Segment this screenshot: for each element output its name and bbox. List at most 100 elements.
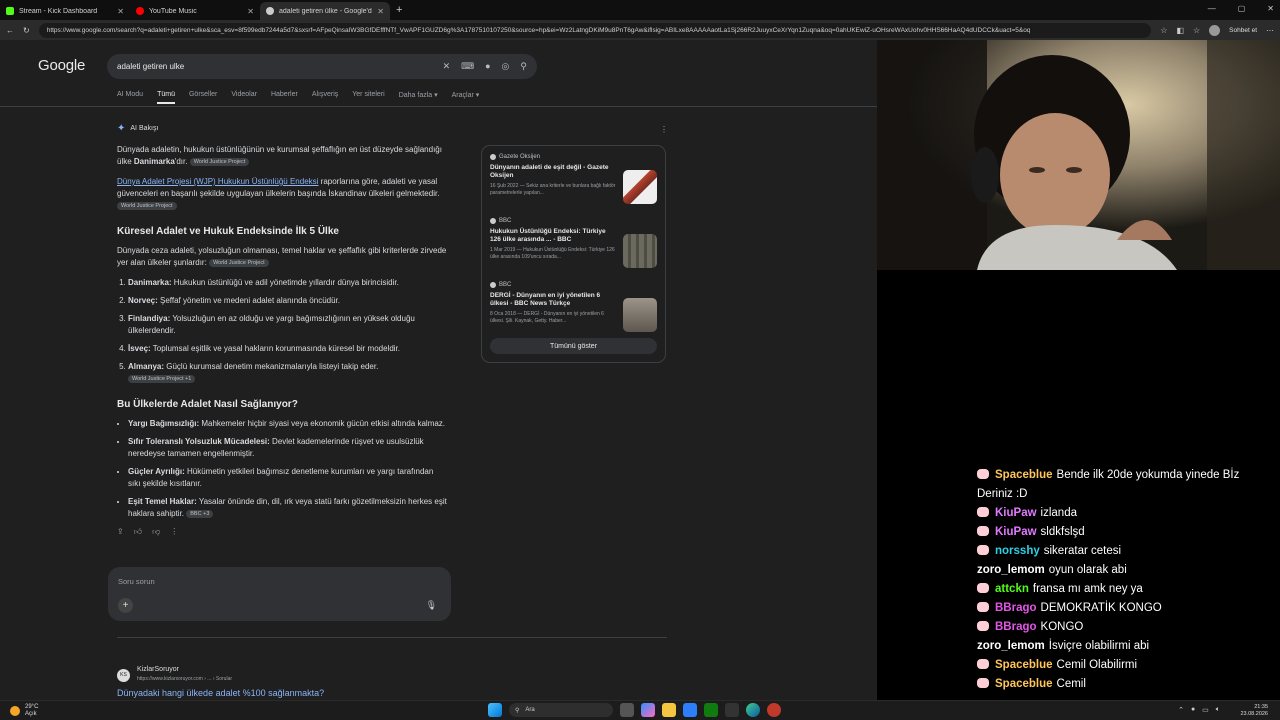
chat-username[interactable]: attckn — [995, 583, 1029, 595]
profile-avatar[interactable] — [1209, 24, 1221, 36]
list-item: Danimarka: Hukukun üstünlüğü ve adil yön… — [128, 277, 447, 289]
chat-username[interactable]: KiuPaw — [995, 507, 1037, 519]
tab-shopping[interactable]: Alışveriş — [312, 91, 338, 104]
extensions-icon[interactable]: ◧ — [1176, 26, 1184, 35]
chat-username[interactable]: BBrago — [995, 602, 1037, 614]
clock[interactable]: 21:35 23.08.2026 — [1240, 704, 1268, 718]
ask-input[interactable]: Soru sorun — [118, 577, 155, 586]
tab-kick-dashboard[interactable]: Stream - Kick Dashboard ✕ — [0, 2, 130, 20]
obs-icon[interactable] — [767, 703, 781, 717]
xbox-icon[interactable] — [704, 703, 718, 717]
source-item[interactable]: BBC DERGİ - Dünyanın en iyi yönetilen 6 … — [490, 282, 657, 337]
close-icon[interactable]: ✕ — [377, 7, 384, 16]
source-chip[interactable]: World Justice Project +1 — [128, 374, 196, 383]
copilot-icon[interactable] — [641, 703, 655, 717]
tab-places[interactable]: Yer siteleri — [352, 91, 384, 104]
maximize-icon[interactable]: ▢ — [1238, 4, 1246, 13]
ask-box[interactable]: Soru sorun + 🎙︎ — [108, 567, 451, 621]
google-logo[interactable]: Google — [38, 57, 85, 74]
text-bold: Yargı Bağımsızlığı: — [128, 419, 200, 428]
chat-username[interactable]: BBrago — [995, 621, 1037, 633]
search-input[interactable]: adaleti getiren ulke — [117, 62, 443, 71]
mic-icon[interactable]: ● — [485, 61, 490, 72]
site-favicon: KS — [117, 669, 130, 682]
chat-username[interactable]: Spaceblue — [995, 469, 1053, 481]
result-url[interactable]: https://www.kizlarsoruyor.com › ... › So… — [137, 676, 232, 682]
source-chip[interactable]: World Justice Project — [209, 258, 269, 267]
search-icon[interactable]: ⚲ — [520, 61, 527, 72]
close-icon[interactable]: ✕ — [247, 7, 254, 16]
result-title[interactable]: Dünyadaki hangi ülkede adalet %100 sağla… — [117, 688, 324, 698]
chat-username[interactable]: zoro_lemom — [977, 640, 1045, 652]
chat-username[interactable]: zoro_lemom — [977, 564, 1045, 576]
share-icon[interactable]: ⇪ — [117, 526, 124, 538]
source-title[interactable]: Hukukun Üstünlüğü Endeksi: Türkiye 126 ü… — [490, 228, 617, 244]
search-tabs: AI Modu Tümü Görseller Videolar Haberler… — [117, 91, 479, 104]
publisher: BBC — [499, 218, 512, 224]
tab-tools[interactable]: Araçlar ▾ — [452, 91, 480, 104]
tab-images[interactable]: Görseller — [189, 91, 217, 104]
minimize-icon[interactable]: — — [1208, 4, 1216, 13]
tab-ai-mode[interactable]: AI Modu — [117, 91, 143, 104]
source-chip[interactable]: World Justice Project — [189, 157, 250, 166]
network-icon[interactable]: ▭ — [1202, 706, 1209, 714]
mic-icon[interactable]: ● — [1191, 706, 1195, 714]
store-icon[interactable] — [683, 703, 697, 717]
close-icon[interactable]: ✕ — [117, 7, 124, 16]
lens-icon[interactable]: ◎ — [502, 61, 510, 72]
star-icon[interactable]: ☆ — [1160, 26, 1167, 35]
tab-all[interactable]: Tümü — [157, 91, 175, 104]
search-box[interactable]: adaleti getiren ulke ✕ ⌨ ● ◎ ⚲ — [107, 54, 537, 79]
source-item[interactable]: BBC Hukukun Üstünlüğü Endeksi: Türkiye 1… — [490, 218, 657, 273]
tab-more[interactable]: Daha fazla ▾ — [399, 91, 438, 104]
start-icon[interactable] — [488, 703, 502, 717]
app-icon[interactable] — [725, 703, 739, 717]
weather-widget[interactable]: 29°C Açık — [10, 704, 38, 718]
source-title[interactable]: Dünyanın adaleti de eşit değil - Gazete … — [490, 164, 617, 180]
favorites-icon[interactable]: ☆ — [1193, 26, 1200, 35]
chat-username[interactable]: Spaceblue — [995, 678, 1053, 690]
source-chip[interactable]: World Justice Project — [117, 201, 177, 210]
tab-youtube-music[interactable]: YouTube Music ✕ — [130, 2, 260, 20]
chat-username[interactable]: norsshy — [995, 545, 1040, 557]
keyboard-icon[interactable]: ⌨ — [461, 61, 474, 72]
text-bold: Sıfır Toleranslı Yolsuzluk Mücadelesi: — [128, 437, 270, 446]
clear-icon[interactable]: ✕ — [443, 61, 451, 72]
new-tab-button[interactable]: + — [396, 4, 402, 16]
thumbs-down-icon[interactable]: 👎︎ — [152, 526, 160, 538]
reload-icon[interactable]: ↻ — [23, 26, 30, 35]
google-results-page: Google adaleti getiren ulke ✕ ⌨ ● ◎ ⚲ AI… — [0, 40, 877, 700]
volume-icon[interactable]: 🔈︎ — [1216, 706, 1220, 714]
wjp-link[interactable]: Dünya Adalet Projesi (WJP) Hukukun Üstün… — [117, 177, 318, 186]
task-view-icon[interactable] — [620, 703, 634, 717]
chat-message: KiuPaw izlanda — [977, 504, 1275, 523]
tab-news[interactable]: Haberler — [271, 91, 298, 104]
chat-username[interactable]: Spaceblue — [995, 659, 1053, 671]
source-item[interactable]: Gazete Oksijen Dünyanın adaleti de eşit … — [490, 154, 657, 209]
mic-icon[interactable]: 🎙︎ — [426, 600, 437, 611]
more-icon[interactable]: ⋮ — [170, 526, 178, 538]
back-icon[interactable]: ← — [6, 26, 14, 35]
tab-videos[interactable]: Videolar — [231, 91, 257, 104]
result-site[interactable]: KizlarSoruyor — [137, 666, 179, 673]
taskbar-search[interactable]: ⚲ Ara — [509, 703, 613, 717]
chat-message: BBrago DEMOKRATİK KONGO — [977, 599, 1275, 618]
copilot-chat-button[interactable]: Sohbet et — [1229, 27, 1257, 34]
close-window-icon[interactable]: ✕ — [1267, 4, 1274, 13]
text-bold: Güçler Ayrılığı: — [128, 467, 185, 476]
chat-text: oyun olarak abi — [1048, 564, 1127, 576]
chevron-up-icon[interactable]: ⌃ — [1178, 706, 1184, 714]
edge-icon[interactable] — [746, 703, 760, 717]
ai-more-icon[interactable]: ⋮ — [660, 125, 668, 134]
chat-username[interactable]: KiuPaw — [995, 526, 1037, 538]
url-field[interactable]: https://www.google.com/search?q=adaleti+… — [38, 22, 1152, 38]
sparkle-icon: ✦ — [117, 123, 126, 134]
menu-icon[interactable]: ⋯ — [1266, 26, 1274, 35]
show-all-button[interactable]: Tümünü göster — [490, 338, 657, 354]
source-title[interactable]: DERGİ - Dünyanın en iyi yönetilen 6 ülke… — [490, 292, 617, 308]
add-icon[interactable]: + — [118, 598, 133, 613]
thumbs-up-icon[interactable]: 👍︎ — [134, 526, 142, 538]
file-explorer-icon[interactable] — [662, 703, 676, 717]
tab-google-search[interactable]: adaleti getiren ülke - Google'da Ar ✕ — [260, 2, 390, 20]
source-chip[interactable]: BBC +3 — [186, 509, 214, 518]
